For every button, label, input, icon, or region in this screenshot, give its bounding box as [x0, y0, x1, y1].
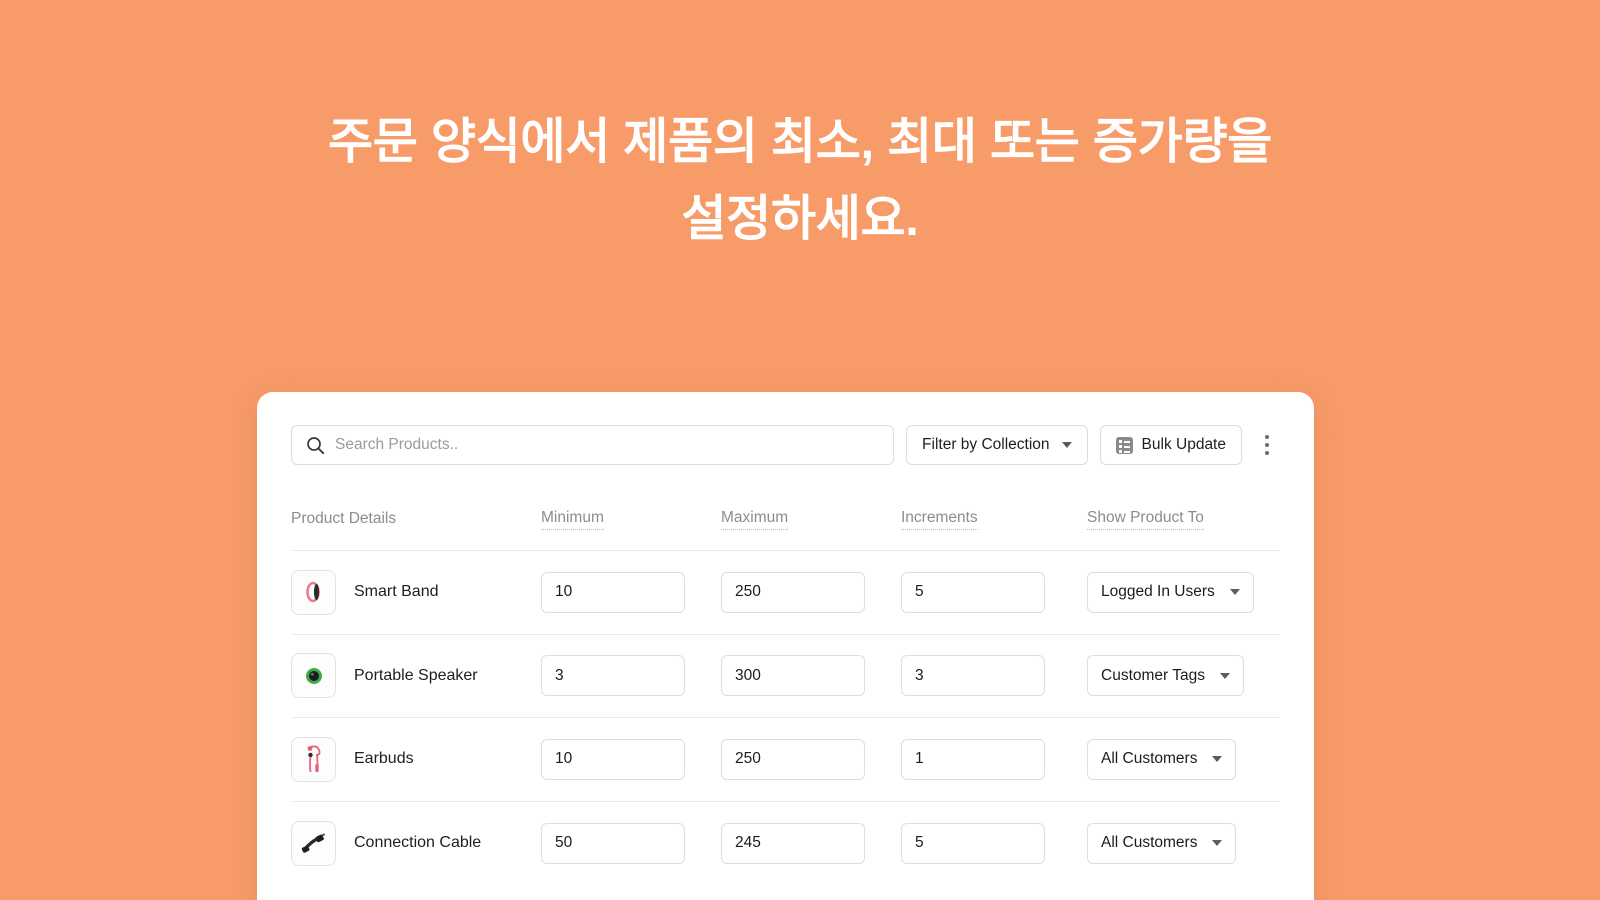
maximum-cell: [721, 571, 901, 613]
maximum-cell: [721, 822, 901, 864]
search-box[interactable]: [291, 425, 895, 465]
hero-section: 주문 양식에서 제품의 최소, 최대 또는 증가량을 설정하세요.: [220, 0, 1380, 259]
filter-by-collection-label: Filter by Collection: [922, 436, 1050, 453]
table-row: Smart Band Logged In Users: [291, 551, 1280, 635]
maximum-input[interactable]: [721, 571, 865, 613]
maximum-input[interactable]: [721, 655, 865, 697]
column-header-maximum: Maximum: [721, 509, 789, 530]
show-product-to-select[interactable]: Logged In Users: [1087, 571, 1254, 613]
chevron-down-icon: [1212, 840, 1223, 847]
product-name: Connection Cable: [354, 834, 482, 852]
increments-input[interactable]: [901, 571, 1045, 613]
chevron-down-icon: [1219, 672, 1230, 679]
product-cell: Smart Band: [291, 569, 541, 615]
product-name: Earbuds: [354, 750, 414, 768]
toolbar: Filter by Collection Bulk Update: [257, 392, 1314, 465]
maximum-cell: [721, 738, 901, 780]
show-product-to-value: Customer Tags: [1101, 666, 1205, 684]
chevron-down-icon: [1212, 756, 1223, 763]
table-row: Portable Speaker Customer Tags: [291, 635, 1280, 718]
kebab-menu-icon[interactable]: [1254, 425, 1280, 465]
bulk-update-label: Bulk Update: [1141, 436, 1226, 453]
search-icon: [306, 436, 325, 455]
chevron-down-icon: [1061, 442, 1072, 448]
earbuds-thumbnail: [291, 736, 336, 782]
show-product-to-value: All Customers: [1101, 750, 1198, 768]
show-product-to-select[interactable]: Customer Tags: [1087, 655, 1244, 697]
column-header-show-product-to: Show Product To: [1087, 509, 1204, 530]
filter-by-collection-button[interactable]: Filter by Collection: [906, 425, 1088, 465]
table-row: Earbuds All Customers: [291, 718, 1280, 802]
table-row: Connection Cable All Customers: [291, 802, 1280, 886]
smart-band-thumbnail: [291, 569, 336, 615]
column-header-product-details: Product Details: [291, 510, 397, 527]
minimum-cell: [541, 822, 721, 864]
minimum-input[interactable]: [541, 655, 685, 697]
portable-speaker-thumbnail: [291, 653, 336, 699]
column-header-increments: Increments: [901, 509, 978, 530]
increments-cell: [901, 655, 1087, 697]
increments-input[interactable]: [901, 655, 1045, 697]
product-name: Portable Speaker: [354, 666, 478, 684]
page-title: 주문 양식에서 제품의 최소, 최대 또는 증가량을 설정하세요.: [327, 115, 1273, 247]
column-header-minimum: Minimum: [541, 509, 604, 530]
minimum-input[interactable]: [541, 822, 685, 864]
minimum-cell: [541, 571, 721, 613]
minimum-cell: [541, 655, 721, 697]
show-product-to-value: All Customers: [1101, 834, 1198, 852]
maximum-cell: [721, 655, 901, 697]
connection-cable-thumbnail: [291, 820, 336, 866]
show-product-to-value: Logged In Users: [1101, 583, 1215, 601]
product-cell: Earbuds: [291, 736, 541, 782]
search-input[interactable]: [335, 436, 880, 454]
maximum-input[interactable]: [721, 738, 865, 780]
increments-input[interactable]: [901, 738, 1045, 780]
maximum-input[interactable]: [721, 822, 865, 864]
minimum-input[interactable]: [541, 738, 685, 780]
list-icon: [1115, 436, 1133, 454]
product-cell: Connection Cable: [291, 820, 541, 866]
increments-cell: [901, 822, 1087, 864]
increments-cell: [901, 738, 1087, 780]
product-cell: Portable Speaker: [291, 653, 541, 699]
increments-input[interactable]: [901, 822, 1045, 864]
show-product-to-select[interactable]: All Customers: [1087, 822, 1237, 864]
show-product-to-select[interactable]: All Customers: [1087, 738, 1237, 780]
increments-cell: [901, 571, 1087, 613]
minimum-input[interactable]: [541, 571, 685, 613]
table-header-row: Product Details Minimum Maximum Incremen…: [291, 488, 1280, 551]
product-rules-card: Filter by Collection Bulk Update Product…: [257, 392, 1314, 900]
minimum-cell: [541, 738, 721, 780]
product-name: Smart Band: [354, 583, 439, 601]
bulk-update-button[interactable]: Bulk Update: [1099, 425, 1242, 465]
product-rules-table: Product Details Minimum Maximum Incremen…: [257, 488, 1314, 885]
chevron-down-icon: [1229, 589, 1240, 596]
